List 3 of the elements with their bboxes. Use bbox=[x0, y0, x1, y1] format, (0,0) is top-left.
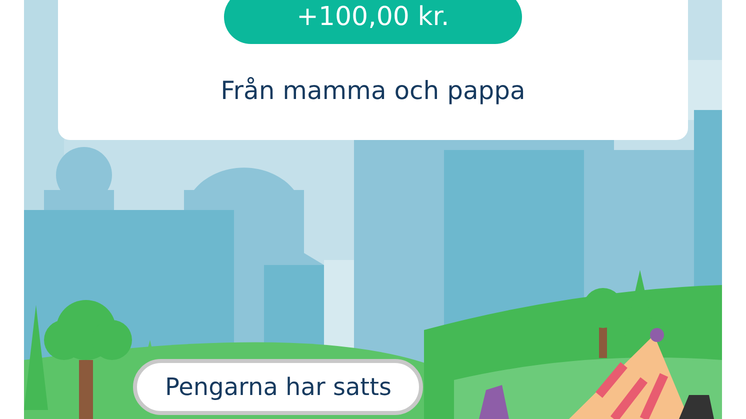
speech-bubble: Pengarna har satts bbox=[133, 359, 424, 415]
transfer-message: Från mamma och pappa bbox=[220, 76, 526, 105]
amount-badge: +100,00 kr. bbox=[224, 0, 522, 44]
